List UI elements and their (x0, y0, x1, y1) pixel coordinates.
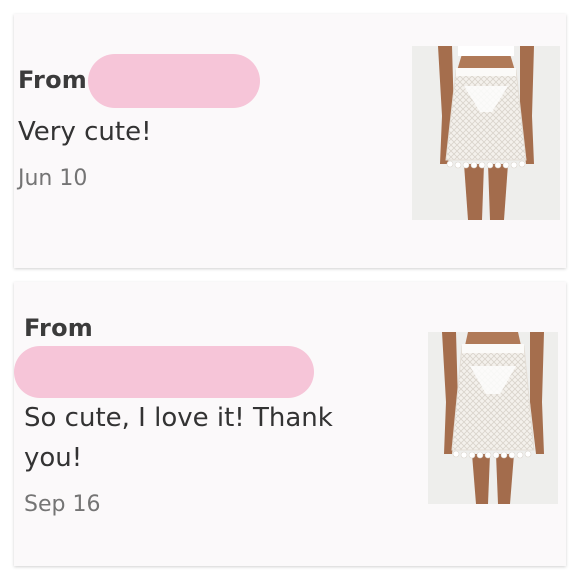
product-image[interactable] (428, 332, 558, 504)
review-card[interactable]: From Very cute! Jun 10 (14, 14, 566, 268)
product-image[interactable] (412, 46, 560, 220)
review-message: So cute, I love it! Thank you! (24, 403, 333, 473)
review-date: Sep 16 (24, 492, 101, 517)
from-label: From (24, 314, 93, 342)
redacted-username (14, 346, 314, 398)
review-message: Very cute! (18, 117, 152, 147)
review-date: Jun 10 (18, 166, 88, 191)
redacted-username (88, 54, 260, 108)
review-card[interactable]: From So cute, I love it! Thank you! Sep … (14, 282, 566, 566)
from-label: From (18, 66, 87, 94)
